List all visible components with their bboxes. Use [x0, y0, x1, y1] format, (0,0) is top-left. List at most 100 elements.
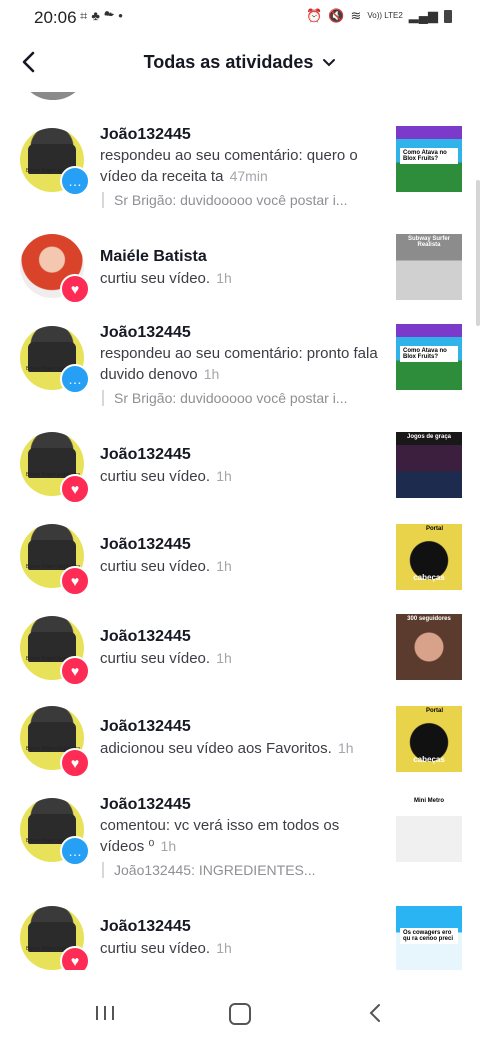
- header: Todas as atividades: [0, 36, 480, 92]
- action-text: respondeu ao seu comentário: pronto fala…: [100, 345, 378, 383]
- notification-icon: ♣: [91, 8, 104, 23]
- action-text: curtiu seu vídeo.: [100, 940, 211, 957]
- screenshot-icon: ⌗: [80, 8, 92, 23]
- video-thumbnail[interactable]: Jogos de graça: [396, 432, 462, 498]
- activity-text: respondeu ao seu comentário: pronto fala…: [100, 344, 382, 385]
- video-thumbnail[interactable]: Portal cabeças: [396, 706, 462, 772]
- video-thumbnail[interactable]: Subway Surfer Realista: [396, 234, 462, 300]
- timestamp: 1h: [216, 940, 232, 956]
- status-bar: 20:06 ⌗♣☁• ⏰ 🔇 ≋ Vo)) LTE2 ▂▄▆: [0, 0, 480, 36]
- thumbnail-label: Como Atava no Blox Fruits?: [400, 148, 458, 164]
- username[interactable]: João132445: [100, 536, 191, 554]
- signal-icon: ▂▄▆: [408, 8, 438, 23]
- comment-badge: …: [60, 166, 90, 196]
- username[interactable]: João132445: [100, 324, 191, 342]
- thumbnail-label: Portal: [426, 526, 444, 532]
- like-badge: ♥: [60, 566, 90, 596]
- timestamp: 1h: [216, 650, 232, 666]
- activity-text: curtiu seu vídeo. 1h: [100, 648, 382, 669]
- username[interactable]: Maiéle Batista: [100, 248, 207, 266]
- heart-icon: ♥: [70, 663, 80, 679]
- activity-text: curtiu seu vídeo. 1h: [100, 556, 382, 577]
- thumbnail-label: 300 seguidores: [407, 616, 451, 622]
- timestamp: 1h: [216, 270, 232, 286]
- like-badge: ♥: [60, 656, 90, 686]
- status-left-icons: ⌗♣☁•: [80, 8, 127, 24]
- recent-apps-icon[interactable]: [94, 1004, 116, 1022]
- heart-icon: ♥: [70, 281, 80, 297]
- activity-text: curtiu seu vídeo. 1h: [100, 466, 382, 487]
- mute-icon: 🔇: [328, 8, 345, 23]
- activity-text: respondeu ao seu comentário: quero o víd…: [100, 146, 382, 187]
- weather-icon: ☁: [103, 8, 119, 23]
- avatar[interactable]: [24, 92, 82, 100]
- video-thumbnail[interactable]: 300 seguidores: [396, 614, 462, 680]
- video-thumbnail[interactable]: Mini Metro: [396, 796, 462, 862]
- username[interactable]: João132445: [100, 718, 191, 736]
- thumbnail-label: Subway Surfer Realista: [407, 236, 450, 248]
- action-text: comentou: vc verá isso em todos os vídeo…: [100, 817, 340, 855]
- timestamp: 1h: [216, 558, 232, 574]
- comment-icon: …: [68, 371, 82, 387]
- heart-icon: ♥: [70, 953, 80, 969]
- activity-text: comentou: vc verá isso em todos os vídeo…: [100, 816, 382, 857]
- activity-text: adicionou seu vídeo aos Favoritos. 1h: [100, 738, 390, 759]
- thumbnail-label: Portal: [426, 708, 444, 714]
- action-text: adicionou seu vídeo aos Favoritos.: [100, 740, 332, 757]
- quoted-comment: Sr Brigão: duvidooooo você postar i...: [102, 192, 396, 208]
- like-badge: ♥: [60, 274, 90, 304]
- username[interactable]: João132445: [100, 446, 191, 464]
- thumbnail-label: Os cowagers ero qu ra cenoo preci: [400, 928, 458, 944]
- timestamp: 1h: [160, 838, 177, 854]
- status-time: 20:06: [34, 8, 77, 27]
- video-thumbnail[interactable]: Como Atava no Blox Fruits?: [396, 126, 462, 192]
- action-text: curtiu seu vídeo.: [100, 270, 211, 287]
- alarm-icon: ⏰: [306, 8, 323, 23]
- timestamp: 47min: [229, 168, 268, 184]
- thumbnail-label: Jogos de graça: [406, 434, 451, 440]
- action-text: curtiu seu vídeo.: [100, 558, 211, 575]
- comment-badge: …: [60, 836, 90, 866]
- video-thumbnail[interactable]: Os cowagers ero qu ra cenoo preci: [396, 906, 462, 970]
- username[interactable]: João132445: [100, 628, 191, 646]
- like-badge: ♥: [60, 946, 90, 970]
- heart-icon: ♥: [70, 481, 80, 497]
- thumbnail-caption: cabeças: [413, 573, 445, 582]
- like-badge: ♥: [60, 748, 90, 778]
- thumbnail-label: Como Atava no Blox Fruits?: [400, 346, 458, 362]
- like-badge: ♥: [60, 474, 90, 504]
- timestamp: 1h: [203, 366, 220, 382]
- chevron-down-icon: [323, 59, 336, 67]
- volte-indicator: Vo)) LTE2: [367, 11, 403, 20]
- activity-text: curtiu seu vídeo. 1h: [100, 268, 382, 289]
- username[interactable]: João132445: [100, 126, 191, 144]
- heart-icon: ♥: [70, 573, 80, 589]
- dot-icon: •: [118, 8, 127, 23]
- quoted-comment: Sr Brigão: duvidooooo você postar i...: [102, 390, 396, 406]
- thumbnail-label: Mini Metro: [414, 798, 444, 804]
- username[interactable]: João132445: [100, 796, 191, 814]
- timestamp: 1h: [337, 740, 354, 756]
- activity-filter-dropdown[interactable]: Todas as atividades: [0, 52, 480, 73]
- home-icon[interactable]: [229, 1003, 251, 1025]
- thumbnail-caption: cabeças: [413, 755, 445, 764]
- heart-icon: ♥: [70, 755, 80, 771]
- wifi-icon: ≋: [350, 8, 362, 23]
- activity-list[interactable]: Bonus Power Inspiration … João132445 res…: [0, 92, 480, 970]
- scrollbar[interactable]: [476, 180, 480, 326]
- page-title: Todas as atividades: [143, 52, 314, 72]
- quoted-comment: João132445: INGREDIENTES...: [102, 862, 396, 878]
- comment-icon: …: [68, 173, 82, 189]
- back-icon[interactable]: [365, 1002, 385, 1024]
- status-right-icons: ⏰ 🔇 ≋ Vo)) LTE2 ▂▄▆: [306, 8, 452, 24]
- activity-text: curtiu seu vídeo. 1h: [100, 938, 382, 959]
- video-thumbnail[interactable]: Portal cabeças: [396, 524, 462, 590]
- video-thumbnail[interactable]: Como Atava no Blox Fruits?: [396, 324, 462, 390]
- action-text: curtiu seu vídeo.: [100, 650, 211, 667]
- comment-badge: …: [60, 364, 90, 394]
- action-text: curtiu seu vídeo.: [100, 468, 211, 485]
- action-text: respondeu ao seu comentário: quero o víd…: [100, 147, 358, 185]
- username[interactable]: João132445: [100, 918, 191, 936]
- comment-icon: …: [68, 843, 82, 859]
- system-nav-bar: [0, 982, 480, 1042]
